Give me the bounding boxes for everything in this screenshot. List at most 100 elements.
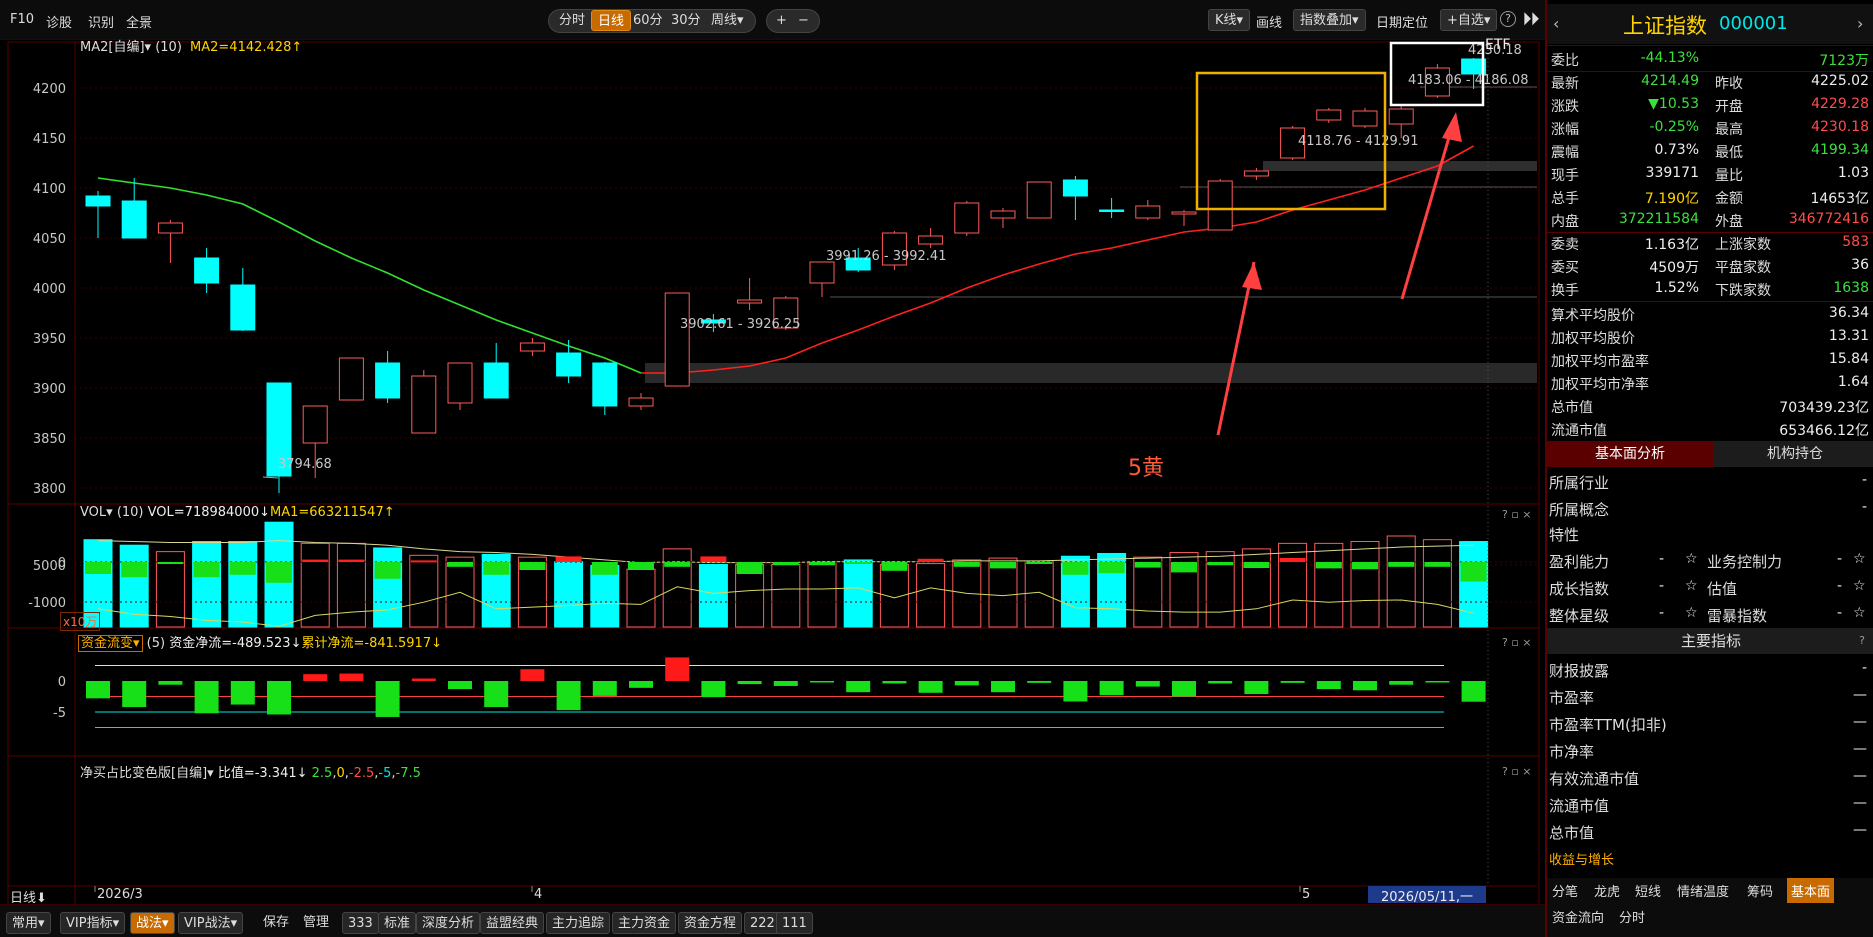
kline-dropdown[interactable]: K线▾ <box>1208 9 1251 31</box>
help-icon[interactable]: ? <box>1500 11 1516 27</box>
tab-ticks[interactable]: 分笔 <box>1552 881 1578 900</box>
ratio-bar <box>1280 681 1305 683</box>
template-classic[interactable]: 益盟经典 <box>480 912 545 934</box>
tab-fundamental[interactable]: 基本面分析 <box>1547 441 1713 467</box>
identify-button[interactable]: 识别 <box>88 12 114 31</box>
index-overlay-dropdown[interactable]: 指数叠加▾ <box>1293 9 1366 31</box>
main-indicator-label: 市盈率TTM(扣非) <box>1549 716 1667 734</box>
period-tab-60m[interactable]: 60分 <box>627 10 669 32</box>
trait-label-2: 雷暴指数 <box>1707 607 1768 625</box>
star-icon[interactable]: ☆ <box>1853 578 1866 594</box>
month-label-may: 5 <box>1302 887 1311 902</box>
volume-bar <box>1386 535 1416 628</box>
quote-label-2: 下跌家数 <box>1715 283 1771 299</box>
net-flow-bar <box>664 562 691 567</box>
net-flow-bar <box>1352 562 1378 570</box>
tab-intraday[interactable]: 分时 <box>1619 907 1645 926</box>
period-tab-intraday[interactable]: 分时 <box>553 10 591 32</box>
common-menu[interactable]: 常用▾ <box>6 912 51 934</box>
growth-link[interactable]: 收益与增长 <box>1549 849 1614 868</box>
net-flow-bar <box>157 562 184 564</box>
fullview-button[interactable]: 全景 <box>126 12 152 31</box>
tab-short-term[interactable]: 短线 <box>1635 881 1661 900</box>
quote-row: 涨跌 ▼10.53 开盘 4229.28 <box>1547 94 1873 117</box>
volume-bar <box>1459 541 1489 628</box>
stat-label: 流通市值 <box>1551 423 1607 439</box>
quote-value: 4214.49 <box>1641 73 1699 89</box>
tab-fundamentals[interactable]: 基本面 <box>1787 878 1835 903</box>
manage-button[interactable]: 管理 <box>298 912 334 934</box>
ratio-panel-controls[interactable]: ? ▫ × <box>1502 765 1532 778</box>
zoom-out-button[interactable]: − <box>792 10 815 32</box>
stat-row: 加权平均市盈率 15.84 <box>1547 349 1873 372</box>
trait-label-2: 估值 <box>1707 580 1738 598</box>
vol-panel-controls[interactable]: ? ▫ × <box>1502 508 1532 521</box>
bottom-toolbar: 常用▾ VIP指标▾ 战法▾ VIP战法▾ 保存 管理 333 标准 深度分析 … <box>0 904 1545 937</box>
vip-strategy-menu[interactable]: VIP战法▾ <box>178 912 244 934</box>
tab-dragon-tiger[interactable]: 龙虎 <box>1594 881 1620 900</box>
main-indicator-name[interactable]: MA2[自编]▾ <box>80 40 151 55</box>
date-locate-button[interactable]: 日期定位 <box>1376 12 1428 31</box>
f10-button[interactable]: F10 <box>10 12 34 27</box>
net-flow-bar <box>1424 562 1451 567</box>
volume-bar <box>373 547 403 628</box>
zoom-in-button[interactable]: + <box>770 10 793 32</box>
template-deep-analysis[interactable]: 深度分析 <box>416 912 481 934</box>
support-band <box>1263 161 1537 171</box>
star-icon[interactable]: ☆ <box>1685 605 1698 621</box>
diagnose-button[interactable]: 诊股 <box>46 12 72 31</box>
template-111[interactable]: 111 <box>776 912 813 934</box>
ratio-bar <box>375 681 400 717</box>
save-button[interactable]: 保存 <box>258 912 294 934</box>
candle-body <box>918 235 944 245</box>
star-icon[interactable]: ☆ <box>1685 551 1698 567</box>
fundamental-value: - <box>1861 472 1867 488</box>
quote-value: 4509万 <box>1649 260 1699 276</box>
quote-value-2: 4199.34 <box>1811 142 1869 158</box>
top-toolbar: F10 诊股 识别 全景 分时 日线 60分 30分 周线▾ + − K线▾ 画… <box>0 0 1545 40</box>
flow-indicator-name[interactable]: 资金流变▾ <box>78 635 143 652</box>
flow-tick-label: 0 <box>58 556 66 571</box>
fundamental-value: - <box>1861 499 1867 515</box>
quote-label-2: 昨收 <box>1715 76 1743 92</box>
star-icon[interactable]: ☆ <box>1853 551 1866 567</box>
vip-indicator-menu[interactable]: VIP指标▾ <box>60 912 126 934</box>
tab-chips[interactable]: 筹码 <box>1747 881 1773 900</box>
volume-bar <box>807 561 837 628</box>
period-tab-30m[interactable]: 30分 <box>665 10 707 32</box>
prev-stock-icon[interactable]: ‹ <box>1553 14 1559 33</box>
candle-body <box>1062 179 1088 197</box>
strategy-menu[interactable]: 战法▾ <box>130 912 175 934</box>
star-icon[interactable]: ☆ <box>1853 605 1866 621</box>
quote-panel: ‹ 上证指数 000001 › 委比 -44.13% 7123万 最新 4214.49 昨… <box>1545 0 1873 937</box>
star-icon[interactable]: ☆ <box>1685 578 1698 594</box>
period-tab-daily[interactable]: 日线 <box>591 10 632 31</box>
ratio-bar <box>1316 681 1341 690</box>
chart-area[interactable]: 4200415041004050400039503900385038003794… <box>0 40 1545 930</box>
template-standard[interactable]: 标准 <box>378 912 417 934</box>
tab-sentiment[interactable]: 情绪温度 <box>1677 881 1729 900</box>
ratio-bar <box>1389 681 1414 685</box>
template-fund-equation[interactable]: 资金方程 <box>678 912 743 934</box>
callout-arrow-1-head <box>1242 262 1262 290</box>
vol-indicator-name[interactable]: VOL▾ <box>80 505 113 520</box>
draw-line-button[interactable]: 画线 <box>1256 12 1282 31</box>
ratio-bar <box>303 674 328 681</box>
flow-panel-controls[interactable]: ? ▫ × <box>1502 636 1532 649</box>
period-tab-weekly[interactable]: 周线▾ <box>705 10 750 32</box>
month-label-mar: 2026/3 <box>97 887 143 902</box>
collapse-panel-icon[interactable]: ⏵⏵ <box>1523 9 1539 29</box>
tab-institution[interactable]: 机构持仓 <box>1715 441 1873 467</box>
candle-body <box>121 200 147 239</box>
ratio-indicator-name[interactable]: 净买占比变色版[自编]▾ <box>80 766 214 781</box>
main-indicators-help-icon[interactable]: ? <box>1859 628 1865 654</box>
template-main-track[interactable]: 主力追踪 <box>546 912 611 934</box>
template-main-fund[interactable]: 主力资金 <box>612 912 677 934</box>
tab-fund-flow[interactable]: 资金流向 <box>1552 907 1604 926</box>
quote-label: 涨跌 <box>1551 99 1579 115</box>
quote-value: 1.52% <box>1654 280 1699 296</box>
watchlist-dropdown[interactable]: +自选▾ <box>1440 9 1498 31</box>
next-stock-icon[interactable]: › <box>1857 14 1863 33</box>
annotation-leader <box>262 476 279 479</box>
template-333[interactable]: 333 <box>342 912 379 934</box>
